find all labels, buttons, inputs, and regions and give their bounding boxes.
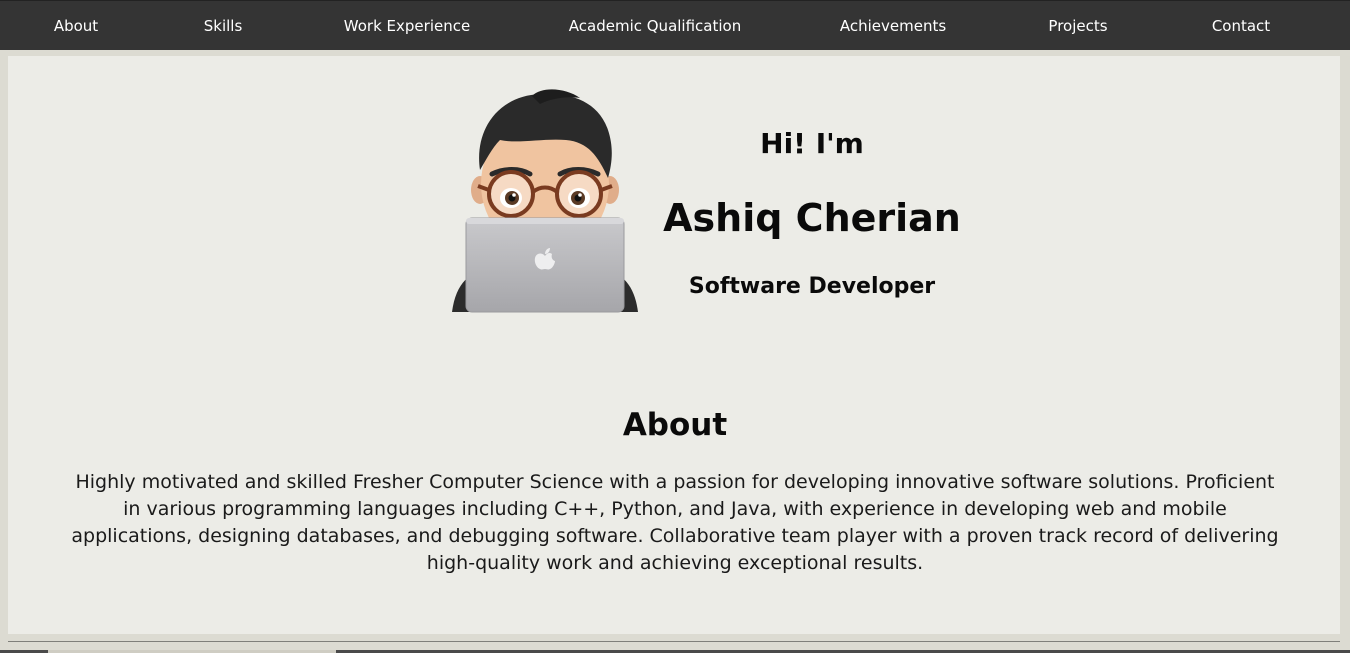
top-navbar: About Skills Work Experience Academic Qu… [0,0,1350,50]
nav-link-academic-qualification[interactable]: Academic Qualification [569,1,741,51]
memoji-with-laptop-icon [448,86,642,314]
hero-role: Software Developer [688,274,936,299]
nav-link-work-experience[interactable]: Work Experience [344,1,470,51]
nav-link-about[interactable]: About [54,1,98,51]
section-divider [8,641,1340,642]
nav-link-achievements[interactable]: Achievements [840,1,946,51]
nav-link-contact[interactable]: Contact [1212,1,1270,51]
about-section-title: About [622,407,728,443]
nav-link-projects[interactable]: Projects [1048,1,1107,51]
hero-greeting: Hi! I'm [760,127,864,160]
nav-link-skills[interactable]: Skills [204,1,243,51]
hero-name: Ashiq Cherian [663,196,961,240]
about-description: Highly motivated and skilled Fresher Com… [71,471,1279,574]
